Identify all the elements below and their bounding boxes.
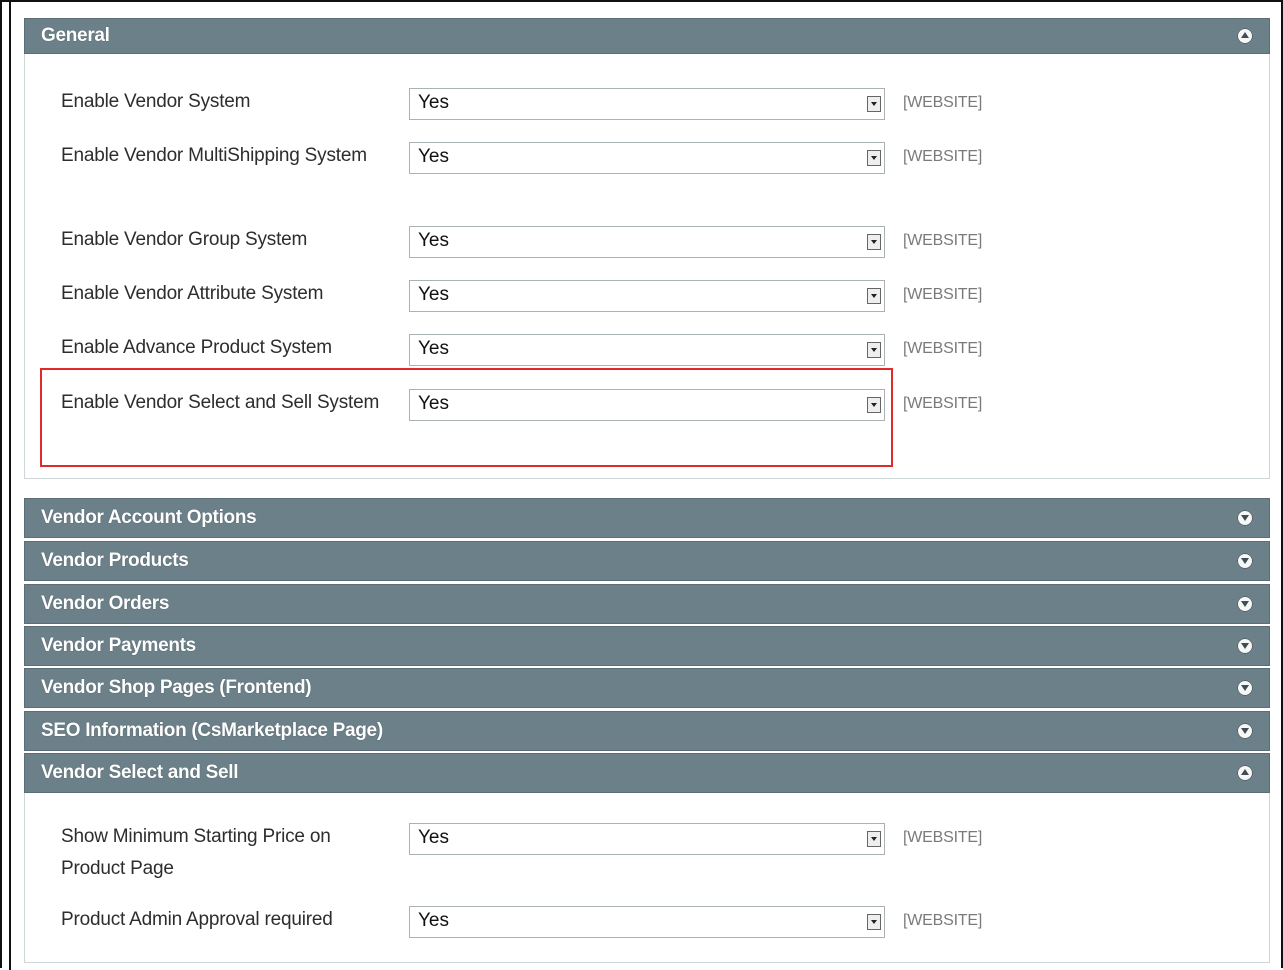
field-label: Show Minimum Starting Price on Product P… bbox=[61, 826, 331, 879]
section-title: Vendor Account Options bbox=[41, 507, 257, 528]
scope-label: [WEBSITE] bbox=[903, 148, 983, 165]
field-label: Product Admin Approval required bbox=[61, 909, 333, 930]
enable-advance-product-select[interactable]: Yes bbox=[409, 334, 885, 366]
field-label: Enable Vendor MultiShipping System bbox=[61, 145, 367, 166]
field-label: Enable Vendor Group System bbox=[61, 229, 308, 250]
section-vendor-payments-header[interactable]: Vendor Payments bbox=[24, 626, 1270, 666]
section-vendor-shop-pages-header[interactable]: Vendor Shop Pages (Frontend) bbox=[24, 668, 1270, 708]
select-value: Yes bbox=[418, 146, 449, 167]
section-vendor-orders-header[interactable]: Vendor Orders bbox=[24, 584, 1270, 624]
select-value: Yes bbox=[418, 284, 449, 305]
chevron-down-icon[interactable] bbox=[1237, 680, 1253, 696]
frame-divider bbox=[9, 0, 11, 970]
chevron-down-icon[interactable] bbox=[1237, 723, 1253, 739]
dropdown-arrow-icon bbox=[867, 96, 881, 112]
dropdown-arrow-icon bbox=[867, 288, 881, 304]
scope-label: [WEBSITE] bbox=[903, 286, 983, 303]
section-title: Vendor Select and Sell bbox=[41, 762, 239, 783]
section-general-header[interactable]: General bbox=[24, 18, 1270, 54]
scope-label: [WEBSITE] bbox=[903, 94, 983, 111]
field-label: Enable Advance Product System bbox=[61, 337, 332, 358]
dropdown-arrow-icon bbox=[867, 914, 881, 930]
dropdown-arrow-icon bbox=[867, 150, 881, 166]
highlight-box bbox=[40, 368, 893, 467]
chevron-down-icon[interactable] bbox=[1237, 596, 1253, 612]
field-label: Enable Vendor System bbox=[61, 91, 251, 112]
dropdown-arrow-icon bbox=[867, 342, 881, 358]
section-title: Vendor Products bbox=[41, 550, 189, 571]
enable-group-system-select[interactable]: Yes bbox=[409, 226, 885, 258]
scope-label: [WEBSITE] bbox=[903, 829, 983, 846]
show-min-starting-price-select[interactable]: Yes bbox=[409, 823, 885, 855]
product-admin-approval-select[interactable]: Yes bbox=[409, 906, 885, 938]
enable-attribute-system-select[interactable]: Yes bbox=[409, 280, 885, 312]
scope-label: [WEBSITE] bbox=[903, 232, 983, 249]
section-title: Vendor Orders bbox=[41, 593, 170, 614]
dropdown-arrow-icon bbox=[867, 831, 881, 847]
section-title: General bbox=[41, 25, 110, 46]
select-value: Yes bbox=[418, 338, 449, 359]
select-value: Yes bbox=[418, 92, 449, 113]
field-label: Enable Vendor Attribute System bbox=[61, 283, 324, 304]
section-seo-information-header[interactable]: SEO Information (CsMarketplace Page) bbox=[24, 711, 1270, 751]
chevron-down-icon[interactable] bbox=[1237, 510, 1253, 526]
scope-label: [WEBSITE] bbox=[903, 912, 983, 929]
chevron-down-icon[interactable] bbox=[1237, 638, 1253, 654]
chevron-up-icon[interactable] bbox=[1237, 765, 1253, 781]
enable-vendor-system-select[interactable]: Yes bbox=[409, 88, 885, 120]
section-title: Vendor Shop Pages (Frontend) bbox=[41, 677, 312, 698]
section-vendor-account-options-header[interactable]: Vendor Account Options bbox=[24, 498, 1270, 538]
section-vendor-products-header[interactable]: Vendor Products bbox=[24, 541, 1270, 581]
select-value: Yes bbox=[418, 910, 449, 931]
dropdown-arrow-icon bbox=[867, 234, 881, 250]
chevron-down-icon[interactable] bbox=[1237, 553, 1253, 569]
section-title: SEO Information (CsMarketplace Page) bbox=[41, 720, 383, 741]
section-title: Vendor Payments bbox=[41, 635, 196, 656]
select-value: Yes bbox=[418, 230, 449, 251]
section-vendor-select-and-sell-header[interactable]: Vendor Select and Sell bbox=[24, 753, 1270, 793]
section-vendor-select-and-sell-panel: Show Minimum Starting Price on Product P… bbox=[24, 793, 1270, 963]
scope-label: [WEBSITE] bbox=[903, 395, 983, 412]
enable-multishipping-select[interactable]: Yes bbox=[409, 142, 885, 174]
select-value: Yes bbox=[418, 827, 449, 848]
chevron-up-icon[interactable] bbox=[1237, 28, 1253, 44]
scope-label: [WEBSITE] bbox=[903, 340, 983, 357]
